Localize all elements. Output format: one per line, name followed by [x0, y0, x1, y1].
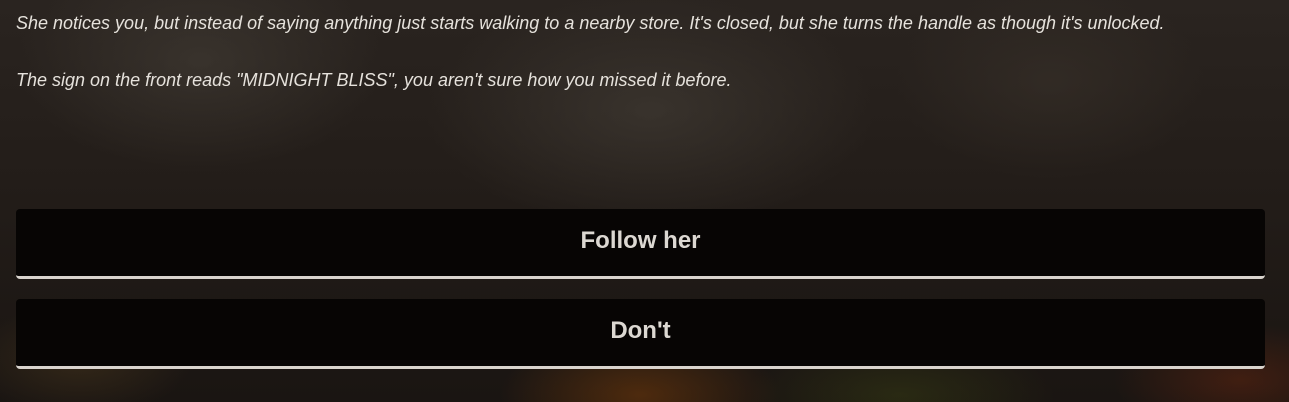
- choice-label: Don't: [610, 317, 671, 344]
- choice-label: Follow her: [580, 227, 701, 254]
- choice-button-dont[interactable]: Don't: [16, 299, 1265, 369]
- story-paragraph: The sign on the front reads "MIDNIGHT BL…: [16, 70, 732, 90]
- story-text: She notices you, but instead of saying a…: [16, 9, 1266, 94]
- choice-button-follow-her[interactable]: Follow her: [16, 209, 1265, 279]
- story-paragraph: She notices you, but instead of saying a…: [16, 13, 1165, 33]
